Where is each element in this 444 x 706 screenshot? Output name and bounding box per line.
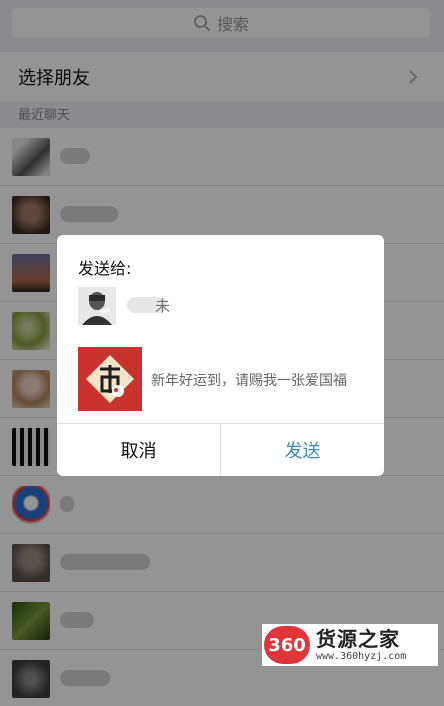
send-button[interactable]: 发送 [221, 424, 384, 476]
watermark-logo: 360 [264, 626, 310, 664]
fu-card-thumbnail [78, 347, 142, 411]
site-watermark: 360 货源之家 www.360hyzj.com [262, 624, 438, 666]
cancel-button[interactable]: 取消 [57, 424, 220, 476]
watermark-title: 货源之家 [316, 627, 400, 651]
dialog-title: 发送给: [78, 259, 132, 278]
card-message: 新年好运到，请赐我一张爱国福 [151, 373, 347, 389]
recipient-name: 未 [155, 297, 171, 315]
recipient-avatar [78, 287, 116, 325]
send-to-dialog: 发送给: 未 新年好运到，请赐我一张爱国福 取消 发送 [57, 235, 384, 476]
watermark-url: www.360hyzj.com [316, 651, 407, 662]
